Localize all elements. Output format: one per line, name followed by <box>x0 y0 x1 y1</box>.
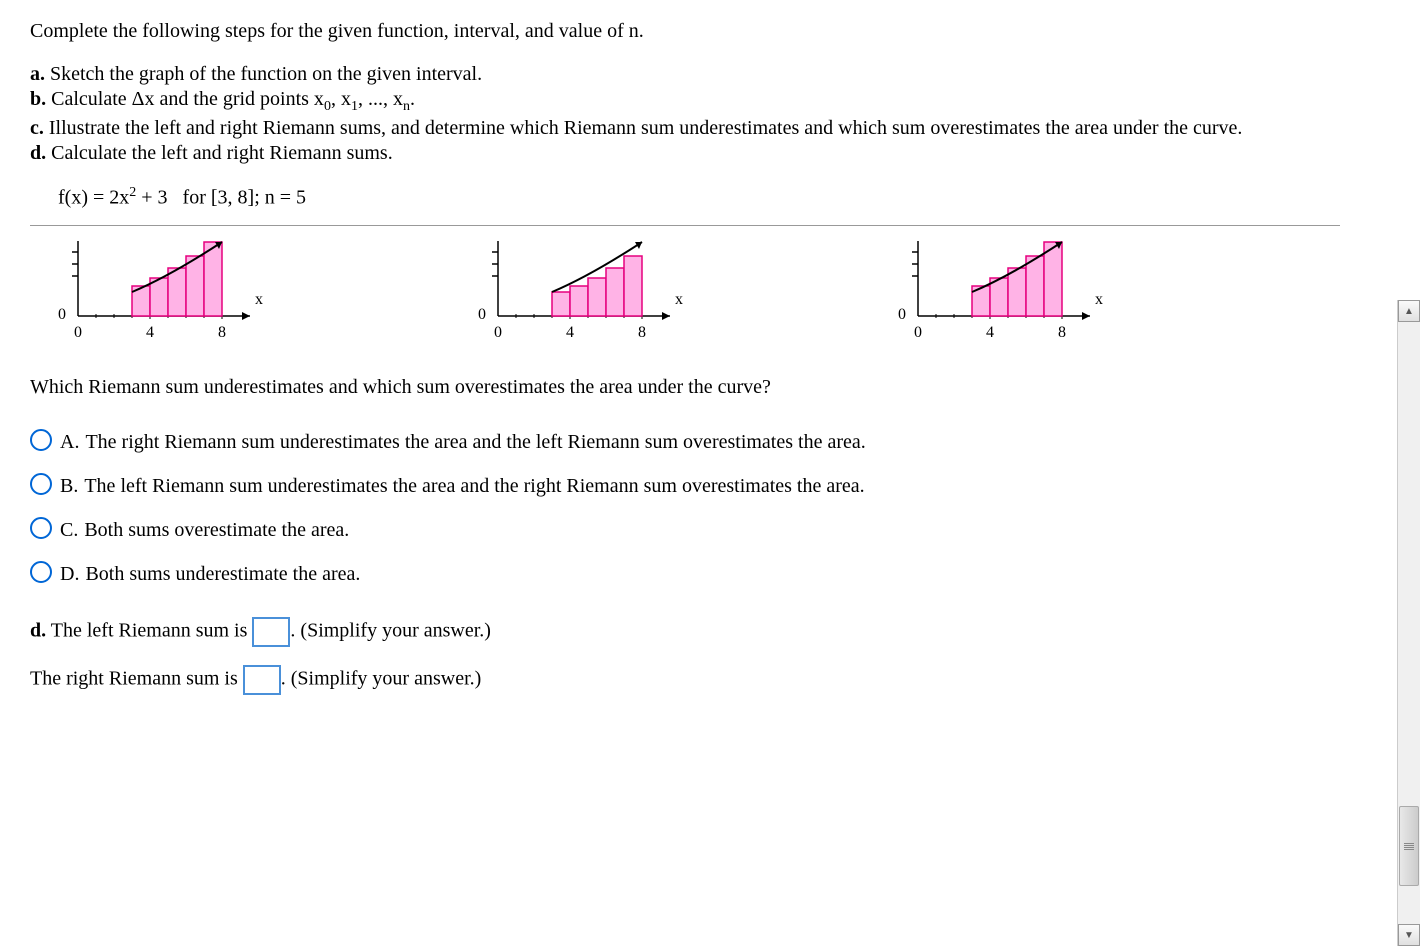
tick-8: 8 <box>638 324 646 342</box>
left-riemann-line: d. The left Riemann sum is . (Simplify y… <box>30 617 1340 647</box>
formula-fx: f(x) = 2x <box>58 187 129 209</box>
sub-1: 1 <box>351 99 358 114</box>
left-riemann-input[interactable] <box>252 617 290 647</box>
step-c-text: Illustrate the left and right Riemann su… <box>44 117 1243 139</box>
step-d-text: Calculate the left and right Riemann sum… <box>46 142 393 164</box>
option-a[interactable]: A. The right Riemann sum underestimates … <box>30 429 1340 455</box>
x-label: x <box>1095 291 1103 309</box>
x-label: x <box>255 291 263 309</box>
graph-1: x 0 0 4 8 <box>50 236 270 346</box>
right-pre: The right Riemann sum is <box>30 667 243 689</box>
zero-x: 0 <box>494 324 502 342</box>
option-c[interactable]: C. Both sums overestimate the area. <box>30 517 1340 543</box>
graph-3: x 0 0 4 8 <box>890 236 1110 346</box>
tick-4: 4 <box>146 324 154 342</box>
right-riemann-input[interactable] <box>243 665 281 695</box>
step-d: d. Calculate the left and right Riemann … <box>30 142 1340 165</box>
zero-y: 0 <box>898 306 906 324</box>
option-a-letter: A. <box>60 429 79 455</box>
zero-x: 0 <box>914 324 922 342</box>
sub-0: 0 <box>324 99 331 114</box>
step-d-label: d. <box>30 142 46 164</box>
option-c-text: Both sums overestimate the area. <box>84 517 349 543</box>
step-b-mid2: , ..., x <box>358 88 403 110</box>
options-group: A. The right Riemann sum underestimates … <box>30 429 1340 587</box>
radio-c[interactable] <box>30 517 52 539</box>
radio-a[interactable] <box>30 429 52 451</box>
d-label: d. <box>30 619 46 641</box>
left-pre: The left Riemann sum is <box>46 619 252 641</box>
question-text: Which Riemann sum underestimates and whi… <box>30 376 1340 399</box>
left-post: . (Simplify your answer.) <box>290 619 491 641</box>
zero-x: 0 <box>74 324 82 342</box>
steps-list: a. Sketch the graph of the function on t… <box>30 63 1340 165</box>
radio-d[interactable] <box>30 561 52 583</box>
formula-for: for [3, 8]; n = 5 <box>168 187 306 209</box>
radio-b[interactable] <box>30 473 52 495</box>
graph-2: x 0 0 4 8 <box>470 236 690 346</box>
option-c-letter: C. <box>60 517 78 543</box>
right-post: . (Simplify your answer.) <box>281 667 482 689</box>
option-b-letter: B. <box>60 473 78 499</box>
tick-4: 4 <box>566 324 574 342</box>
step-b-pre: Calculate Δx and the grid points x <box>46 88 324 110</box>
step-a-label: a. <box>30 63 45 85</box>
step-b-mid1: , x <box>331 88 351 110</box>
option-b[interactable]: B. The left Riemann sum underestimates t… <box>30 473 1340 499</box>
zero-y: 0 <box>478 306 486 324</box>
tick-8: 8 <box>218 324 226 342</box>
divider <box>30 225 1340 226</box>
step-b: b. Calculate Δx and the grid points x0, … <box>30 88 1340 115</box>
tick-4: 4 <box>986 324 994 342</box>
step-c-label: c. <box>30 117 44 139</box>
step-a-text: Sketch the graph of the function on the … <box>45 63 482 85</box>
zero-y: 0 <box>58 306 66 324</box>
scroll-up-button[interactable]: ▲ <box>1398 300 1420 322</box>
scroll-down-button[interactable]: ▼ <box>1398 924 1420 946</box>
step-c: c. Illustrate the left and right Riemann… <box>30 117 1340 140</box>
step-b-post: . <box>410 88 415 110</box>
option-a-text: The right Riemann sum underestimates the… <box>85 429 865 455</box>
option-d-text: Both sums underestimate the area. <box>85 561 360 587</box>
option-d-letter: D. <box>60 561 79 587</box>
tick-8: 8 <box>1058 324 1066 342</box>
option-d[interactable]: D. Both sums underestimate the area. <box>30 561 1340 587</box>
sub-n: n <box>403 99 410 114</box>
step-b-label: b. <box>30 88 46 110</box>
scrollbar[interactable]: ▲ ▼ <box>1397 300 1420 946</box>
formula: f(x) = 2x2 + 3 for [3, 8]; n = 5 <box>58 185 1340 210</box>
right-riemann-line: The right Riemann sum is . (Simplify you… <box>30 665 1340 695</box>
graphs-row: x 0 0 4 8 <box>50 236 1340 346</box>
intro-text: Complete the following steps for the giv… <box>30 20 1340 43</box>
part-d-answers: d. The left Riemann sum is . (Simplify y… <box>30 617 1340 695</box>
formula-plus: + 3 <box>136 187 167 209</box>
step-a: a. Sketch the graph of the function on t… <box>30 63 1340 86</box>
x-label: x <box>675 291 683 309</box>
scroll-thumb[interactable] <box>1399 806 1419 886</box>
option-b-text: The left Riemann sum underestimates the … <box>84 473 864 499</box>
